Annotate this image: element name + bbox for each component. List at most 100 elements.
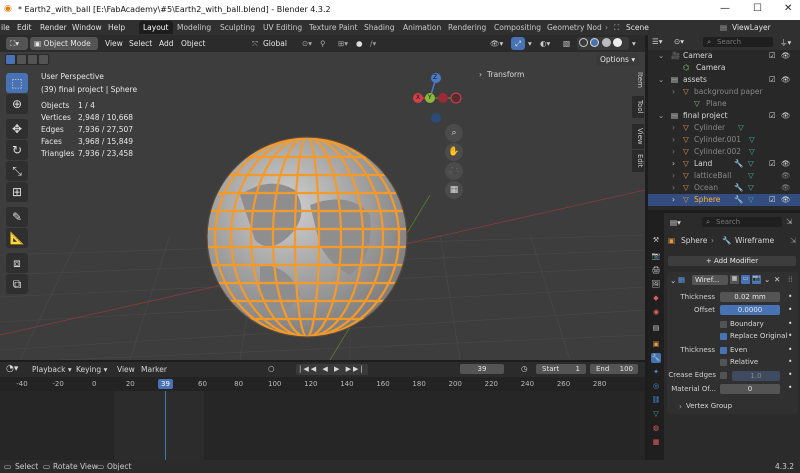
- object-menu[interactable]: Object: [181, 39, 205, 48]
- tab-texture-paint[interactable]: Texture Paint: [305, 21, 361, 34]
- modifier-name-field[interactable]: Wiref...: [692, 275, 728, 285]
- cursor-tool-icon[interactable]: ⊕: [6, 94, 28, 114]
- pan-icon[interactable]: ✋: [445, 143, 463, 161]
- timeline-keyframe-area[interactable]: [0, 391, 645, 460]
- add-object-tool-icon[interactable]: ⧉: [6, 274, 28, 294]
- viewport-toggle-icon[interactable]: ▭: [741, 275, 750, 284]
- add-cube-tool-icon[interactable]: ⧈: [6, 253, 28, 273]
- outliner-row[interactable]: › ▽ Cylinder.002 ▽: [648, 146, 800, 158]
- scene-tab-icon[interactable]: ◆: [651, 293, 661, 303]
- outliner-row[interactable]: › ▽ background paper: [648, 86, 800, 98]
- physics-tab-icon[interactable]: ◎: [651, 381, 661, 391]
- render-tab-icon[interactable]: 📷: [651, 251, 661, 261]
- timeline-editor-icon[interactable]: ◔▾: [6, 364, 18, 374]
- crease-weight-field[interactable]: 1.0: [732, 371, 780, 381]
- gizmo-dropdown-icon[interactable]: ▾: [528, 39, 532, 48]
- tab-layout[interactable]: Layout: [139, 21, 173, 34]
- modifier-menu-icon[interactable]: ⌄: [764, 275, 770, 284]
- visibility-icon[interactable]: 👁▾: [490, 39, 503, 48]
- record-icon[interactable]: ○: [268, 364, 275, 373]
- view-menu[interactable]: View: [105, 39, 123, 48]
- editor-type-button[interactable]: ⛶▾: [6, 37, 28, 50]
- camera-view-icon[interactable]: 🎥: [445, 162, 463, 180]
- tab-shading[interactable]: Shading: [360, 21, 398, 34]
- menu-render[interactable]: Render: [40, 23, 67, 32]
- vertex-group-subpanel[interactable]: Vertex Group: [686, 402, 732, 410]
- world-tab-icon[interactable]: ◉: [651, 307, 661, 317]
- material-shading-icon[interactable]: [601, 38, 611, 47]
- data-tab-icon[interactable]: ▽: [651, 409, 661, 419]
- playback-menu[interactable]: Playback ▾: [32, 365, 72, 374]
- xray-icon[interactable]: ▧: [563, 39, 570, 48]
- pin-icon[interactable]: ⇲: [790, 236, 796, 245]
- menu-window[interactable]: Window: [72, 23, 102, 32]
- sidebar-tab-edit[interactable]: Edit: [632, 150, 644, 172]
- keying-menu[interactable]: Keying ▾: [76, 365, 107, 374]
- object-tab-icon[interactable]: ▣: [651, 339, 661, 349]
- keyframe-dot-icon[interactable]: •: [788, 305, 792, 314]
- crease-edges-checkbox[interactable]: [720, 372, 727, 379]
- outliner-row[interactable]: ⌄ 🎥 Camera ☑ 👁: [648, 50, 800, 62]
- menu-file[interactable]: ile: [1, 23, 10, 32]
- tool-tab-icon[interactable]: ⚒: [651, 235, 661, 245]
- options-button[interactable]: Options ▾: [596, 53, 640, 66]
- solid-shading-icon[interactable]: [590, 38, 600, 47]
- playback-controls[interactable]: |◀◀ ◀ ▶ ▶▶|: [296, 364, 368, 375]
- end-frame-field[interactable]: End 100: [590, 364, 638, 374]
- rendered-shading-icon[interactable]: [613, 38, 623, 47]
- select-new-icon[interactable]: [6, 55, 15, 64]
- outliner-row[interactable]: ⌄ ▤ assets ☑ 👁: [648, 74, 800, 86]
- offset-slider[interactable]: 0.0000: [720, 305, 780, 315]
- thickness-field[interactable]: 0.02 mm: [720, 292, 780, 302]
- menu-help[interactable]: Help: [108, 23, 125, 32]
- even-checkbox[interactable]: [720, 347, 727, 354]
- sidebar-tab-tool[interactable]: Tool: [632, 96, 644, 118]
- replace-original-checkbox[interactable]: [720, 333, 727, 340]
- close-button[interactable]: ✕: [784, 3, 792, 14]
- modifiers-tab-icon[interactable]: 🔧: [651, 353, 661, 363]
- pin-icon[interactable]: ⇲: [786, 217, 792, 226]
- add-modifier-button[interactable]: + Add Modifier: [668, 256, 796, 266]
- outliner-editor-icon[interactable]: ☰▾: [652, 37, 663, 46]
- material-offset-field[interactable]: 0: [720, 384, 780, 394]
- snap-target-icon[interactable]: ⊞▾: [338, 39, 348, 48]
- maximize-button[interactable]: ☐: [753, 3, 762, 14]
- current-frame-field[interactable]: 39: [460, 364, 504, 374]
- outliner-row[interactable]: › ▽ Land 🔧 ▽ ☑ 👁: [648, 158, 800, 170]
- pivot-icon[interactable]: ⊙▾: [302, 39, 312, 48]
- collapse-arrow-icon[interactable]: ›: [679, 402, 682, 411]
- properties-search-input[interactable]: Search: [702, 217, 782, 227]
- zoom-icon[interactable]: ⌕: [445, 124, 463, 142]
- scene-selector[interactable]: Scene: [626, 23, 649, 32]
- perspective-toggle-icon[interactable]: ▦: [445, 181, 463, 199]
- timeline-view-menu[interactable]: View: [117, 365, 135, 374]
- move-tool-icon[interactable]: ✥: [6, 119, 28, 139]
- properties-editor-icon[interactable]: ▤▾: [670, 218, 681, 227]
- particles-tab-icon[interactable]: ✦: [651, 367, 661, 377]
- tab-sculpting[interactable]: Sculpting: [216, 21, 259, 34]
- snap-icon[interactable]: ⚲: [320, 39, 326, 48]
- marker-menu[interactable]: Marker: [141, 365, 167, 374]
- transform-tool-icon[interactable]: ⊞: [6, 182, 28, 202]
- transform-panel-header[interactable]: › Transform: [475, 68, 632, 82]
- keyframe-dot-icon[interactable]: •: [788, 331, 792, 340]
- mode-selector[interactable]: ▣ Object Mode: [30, 37, 98, 50]
- tabs-scroll-right-icon[interactable]: ›: [605, 23, 608, 32]
- texture-tab-icon[interactable]: ▦: [651, 437, 661, 447]
- drag-handle-icon[interactable]: ⁞⁞: [788, 275, 793, 284]
- keyframe-dot-icon[interactable]: •: [788, 292, 792, 301]
- keyframe-dot-icon[interactable]: •: [788, 319, 792, 328]
- 3d-viewport[interactable]: ⛶▾ ▣ Object Mode View Select Add Object …: [0, 35, 645, 360]
- tab-rendering[interactable]: Rendering: [444, 21, 490, 34]
- sidebar-tab-item[interactable]: Item: [632, 68, 644, 92]
- playhead-marker[interactable]: 39: [158, 379, 173, 389]
- falloff-icon[interactable]: ∕▾: [370, 39, 376, 48]
- outliner-row[interactable]: › ▽ Ocean 🔧 ▽ 👁: [648, 182, 800, 194]
- orientation-selector[interactable]: Global: [263, 39, 287, 48]
- outliner-row[interactable]: › ▽ latticeBall ▽ 👁: [648, 170, 800, 182]
- overlays-icon[interactable]: ◐▾: [540, 39, 550, 48]
- outliner-row[interactable]: ⌄ ▤ final project ☑ 👁: [648, 110, 800, 122]
- edit-mode-toggle-icon[interactable]: ▦: [730, 275, 739, 284]
- tab-compositing[interactable]: Compositing: [490, 21, 545, 34]
- sidebar-tab-view[interactable]: View: [632, 124, 644, 149]
